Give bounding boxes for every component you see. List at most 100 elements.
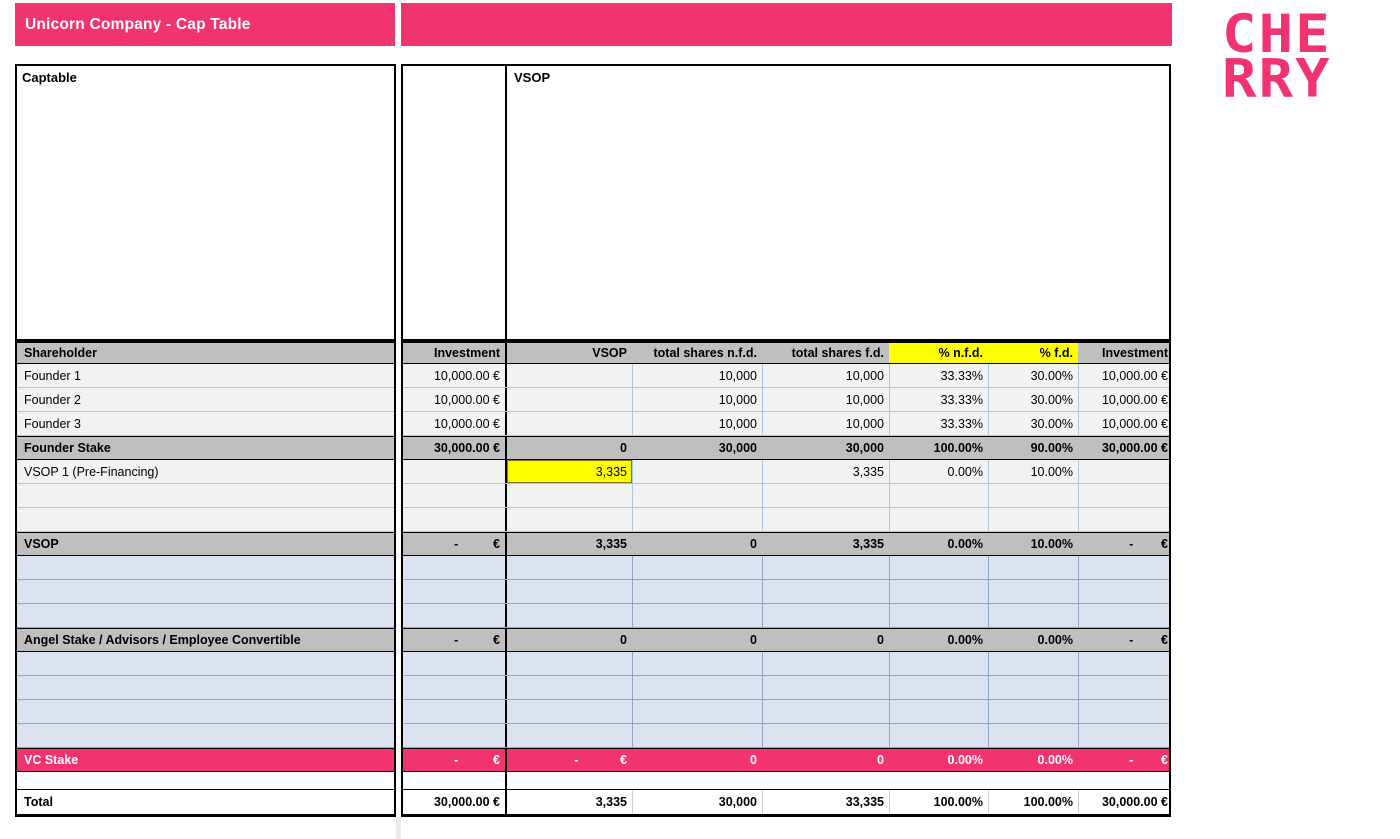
cell-pct-fd[interactable]	[988, 724, 1078, 747]
cell-pct-nfd[interactable]	[889, 556, 988, 579]
cell-total-shares-nfd[interactable]: 30,000	[632, 437, 762, 459]
cell-total-shares-fd[interactable]	[762, 508, 889, 531]
cell-investment-2[interactable]: 30,000.00 €	[1078, 790, 1173, 814]
cell-pct-fd[interactable]	[988, 484, 1078, 507]
cell-investment[interactable]: 30,000.00 €	[403, 790, 507, 814]
cell-shareholder[interactable]	[17, 772, 394, 789]
cell-total-shares-fd[interactable]: 10,000	[762, 412, 889, 435]
cell-shareholder[interactable]: Founder 1	[17, 364, 394, 387]
cell-shareholder[interactable]: VSOP 1 (Pre-Financing)	[17, 460, 394, 483]
cell-pct-fd[interactable]: 0.00%	[988, 629, 1078, 651]
cell-investment-2[interactable]: - €	[1078, 749, 1173, 771]
cell-investment-2[interactable]	[1078, 772, 1173, 789]
cell-shareholder[interactable]	[17, 604, 394, 627]
cell-total-shares-fd[interactable]: 3,335	[762, 533, 889, 555]
cell-investment[interactable]	[403, 460, 507, 483]
cell-investment-2[interactable]	[1078, 700, 1173, 723]
cell-total-shares-nfd[interactable]	[632, 652, 762, 675]
cell-total-shares-nfd[interactable]	[632, 700, 762, 723]
cell-pct-nfd[interactable]	[889, 652, 988, 675]
cell-pct-nfd[interactable]	[889, 724, 988, 747]
cell-investment[interactable]: 10,000.00 €	[403, 364, 507, 387]
cell-investment[interactable]: - €	[403, 533, 507, 555]
cell-shareholder[interactable]	[17, 556, 394, 579]
cell-pct-nfd[interactable]	[889, 580, 988, 603]
cell-pct-fd[interactable]	[988, 772, 1078, 789]
cell-total-shares-fd[interactable]	[762, 604, 889, 627]
cell-investment-2[interactable]	[1078, 508, 1173, 531]
col-header-total-shares-fd[interactable]: total shares f.d.	[762, 343, 889, 363]
cell-pct-fd[interactable]	[988, 556, 1078, 579]
cell-total-shares-fd[interactable]: 33,335	[762, 790, 889, 814]
cell-investment-2[interactable]	[1078, 724, 1173, 747]
cell-total-shares-fd[interactable]	[762, 700, 889, 723]
cell-vsop[interactable]	[507, 580, 632, 603]
cell-shareholder[interactable]: VC Stake	[17, 749, 394, 771]
cell-shareholder[interactable]	[17, 508, 394, 531]
cell-total-shares-nfd[interactable]	[632, 724, 762, 747]
cell-total-shares-fd[interactable]	[762, 652, 889, 675]
cell-investment[interactable]	[403, 652, 507, 675]
cell-vsop[interactable]	[507, 676, 632, 699]
cell-investment-2[interactable]	[1078, 604, 1173, 627]
cell-pct-nfd[interactable]: 33.33%	[889, 388, 988, 411]
cell-total-shares-nfd[interactable]	[632, 484, 762, 507]
cell-total-shares-nfd[interactable]	[632, 556, 762, 579]
cell-shareholder[interactable]	[17, 700, 394, 723]
cell-investment-2[interactable]	[1078, 676, 1173, 699]
cell-investment-2[interactable]: 10,000.00 €	[1078, 388, 1173, 411]
cell-pct-fd[interactable]: 90.00%	[988, 437, 1078, 459]
cell-pct-fd[interactable]: 100.00%	[988, 790, 1078, 814]
cell-vsop[interactable]: 3,335	[507, 790, 632, 814]
cell-shareholder[interactable]: VSOP	[17, 533, 394, 555]
cell-vsop[interactable]	[507, 772, 632, 789]
cell-vsop[interactable]	[507, 724, 632, 747]
cell-shareholder[interactable]: Total	[17, 790, 394, 814]
cell-vsop[interactable]: 0	[507, 437, 632, 459]
cell-pct-fd[interactable]	[988, 508, 1078, 531]
cell-pct-nfd[interactable]	[889, 676, 988, 699]
cell-investment[interactable]	[403, 484, 507, 507]
cell-total-shares-fd[interactable]: 0	[762, 749, 889, 771]
cell-vsop[interactable]: 3,335	[507, 533, 632, 555]
cell-investment[interactable]: - €	[403, 749, 507, 771]
cell-shareholder[interactable]	[17, 580, 394, 603]
cell-vsop[interactable]: 0	[507, 629, 632, 651]
cell-investment[interactable]: 30,000.00 €	[403, 437, 507, 459]
cell-vsop[interactable]	[507, 700, 632, 723]
cell-total-shares-nfd[interactable]: 0	[632, 629, 762, 651]
col-header-pct-nfd[interactable]: % n.f.d.	[889, 343, 988, 363]
cell-pct-nfd[interactable]: 33.33%	[889, 412, 988, 435]
cell-investment[interactable]: - €	[403, 629, 507, 651]
cell-total-shares-nfd[interactable]: 10,000	[632, 364, 762, 387]
cell-pct-fd[interactable]	[988, 676, 1078, 699]
cell-pct-fd[interactable]: 30.00%	[988, 388, 1078, 411]
cell-pct-nfd[interactable]: 0.00%	[889, 629, 988, 651]
cell-investment[interactable]	[403, 508, 507, 531]
cell-total-shares-nfd[interactable]: 10,000	[632, 388, 762, 411]
cell-pct-nfd[interactable]: 0.00%	[889, 460, 988, 483]
col-header-pct-fd[interactable]: % f.d.	[988, 343, 1078, 363]
cell-vsop[interactable]	[507, 388, 632, 411]
cell-total-shares-fd[interactable]: 10,000	[762, 364, 889, 387]
cell-investment[interactable]	[403, 556, 507, 579]
cell-pct-nfd[interactable]	[889, 484, 988, 507]
cell-total-shares-nfd[interactable]	[632, 508, 762, 531]
cell-pct-fd[interactable]: 10.00%	[988, 533, 1078, 555]
cell-investment[interactable]	[403, 580, 507, 603]
cell-pct-fd[interactable]: 10.00%	[988, 460, 1078, 483]
cell-total-shares-nfd[interactable]: 0	[632, 749, 762, 771]
cell-pct-nfd[interactable]: 100.00%	[889, 790, 988, 814]
cell-pct-fd[interactable]: 0.00%	[988, 749, 1078, 771]
cell-total-shares-fd[interactable]	[762, 580, 889, 603]
cell-investment-2[interactable]	[1078, 652, 1173, 675]
cell-pct-nfd[interactable]	[889, 508, 988, 531]
cell-investment-2[interactable]	[1078, 556, 1173, 579]
cell-investment-2[interactable]: - €	[1078, 533, 1173, 555]
cell-vsop[interactable]: - €	[507, 749, 632, 771]
captable-section-cell[interactable]: Captable	[15, 64, 396, 341]
cell-investment-2[interactable]: 30,000.00 €	[1078, 437, 1173, 459]
cell-pct-fd[interactable]: 30.00%	[988, 412, 1078, 435]
cell-pct-nfd[interactable]	[889, 772, 988, 789]
cell-total-shares-nfd[interactable]	[632, 604, 762, 627]
